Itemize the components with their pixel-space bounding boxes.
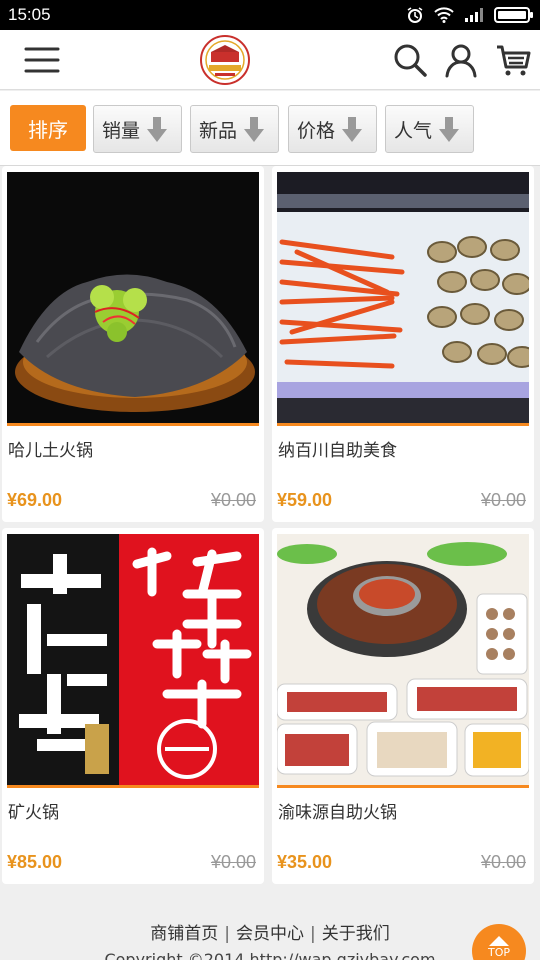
product-original-price: ¥0.00 xyxy=(480,852,526,872)
footer-separator: | xyxy=(224,924,230,944)
footer-link-member-center[interactable]: 会员中心 xyxy=(236,924,304,944)
cart-icon xyxy=(497,45,531,76)
up-triangle-icon xyxy=(489,936,509,946)
product-image[interactable] xyxy=(7,534,259,788)
product-card[interactable]: 纳百川自助美食 ¥59.00 ¥0.00 xyxy=(272,166,534,522)
battery-icon xyxy=(494,7,533,23)
product-card[interactable]: 渝味源自助火锅 ¥35.00 ¥0.00 xyxy=(272,528,534,884)
footer-separator: | xyxy=(310,924,316,944)
status-time: 15:05 xyxy=(8,5,51,24)
footer-links: 商铺首页 | 会员中心 | 关于我们 xyxy=(0,919,540,944)
search-button[interactable] xyxy=(390,40,430,80)
product-image[interactable] xyxy=(7,172,259,426)
down-arrow-icon xyxy=(244,117,265,142)
signal-icon xyxy=(465,8,483,22)
product-card[interactable]: 矿火锅 ¥85.00 ¥0.00 xyxy=(2,528,264,884)
top-label: TOP xyxy=(487,946,510,959)
product-name[interactable]: 矿火锅 xyxy=(8,798,59,823)
filter-bar: 排序 销量 新品 价格 人气 xyxy=(0,91,540,166)
copyright-text: Copyright ©2014 http://wap.qzjybay.com xyxy=(104,950,436,960)
user-icon xyxy=(445,44,477,78)
sort-button[interactable]: 排序 xyxy=(10,105,86,151)
product-image[interactable] xyxy=(277,534,529,788)
status-icons xyxy=(406,6,533,24)
footer: 商铺首页 | 会员中心 | 关于我们 Copyright ©2014 http://wa… xyxy=(0,900,540,960)
account-button[interactable] xyxy=(441,40,481,80)
filter-label: 新品 xyxy=(199,119,238,142)
product-name[interactable]: 哈儿土火锅 xyxy=(8,436,93,461)
wifi-icon xyxy=(434,7,454,23)
down-arrow-icon xyxy=(439,117,460,142)
product-name[interactable]: 纳百川自助美食 xyxy=(278,436,397,461)
filter-popularity-button[interactable]: 人气 xyxy=(385,105,474,153)
product-price: ¥69.00 xyxy=(7,490,63,510)
down-arrow-icon xyxy=(342,117,363,142)
filter-new-button[interactable]: 新品 xyxy=(190,105,279,153)
filter-sales-button[interactable]: 销量 xyxy=(93,105,182,153)
product-name[interactable]: 渝味源自助火锅 xyxy=(278,798,397,823)
filter-label: 价格 xyxy=(297,119,336,142)
cart-button[interactable] xyxy=(493,40,533,80)
search-icon xyxy=(394,44,427,77)
menu-button[interactable] xyxy=(22,40,62,80)
alarm-icon xyxy=(407,7,423,23)
product-price: ¥59.00 xyxy=(277,490,333,510)
filter-label: 销量 xyxy=(102,119,141,142)
product-original-price: ¥0.00 xyxy=(210,852,256,872)
menu-icon xyxy=(24,47,60,73)
logo-emblem-icon xyxy=(200,35,250,85)
status-bar: 15:05 xyxy=(0,0,540,30)
product-price: ¥85.00 xyxy=(7,852,63,872)
product-original-price: ¥0.00 xyxy=(210,490,256,510)
product-price: ¥35.00 xyxy=(277,852,333,872)
header xyxy=(0,30,540,90)
product-image[interactable] xyxy=(277,172,529,426)
footer-link-shop-home[interactable]: 商铺首页 xyxy=(150,924,218,944)
down-arrow-icon xyxy=(147,117,168,142)
product-card[interactable]: 哈儿土火锅 ¥69.00 ¥0.00 xyxy=(2,166,264,522)
filter-label: 人气 xyxy=(394,119,433,142)
site-logo[interactable] xyxy=(199,34,251,86)
product-original-price: ¥0.00 xyxy=(480,490,526,510)
footer-link-about-us[interactable]: 关于我们 xyxy=(322,924,390,944)
filter-price-button[interactable]: 价格 xyxy=(288,105,377,153)
